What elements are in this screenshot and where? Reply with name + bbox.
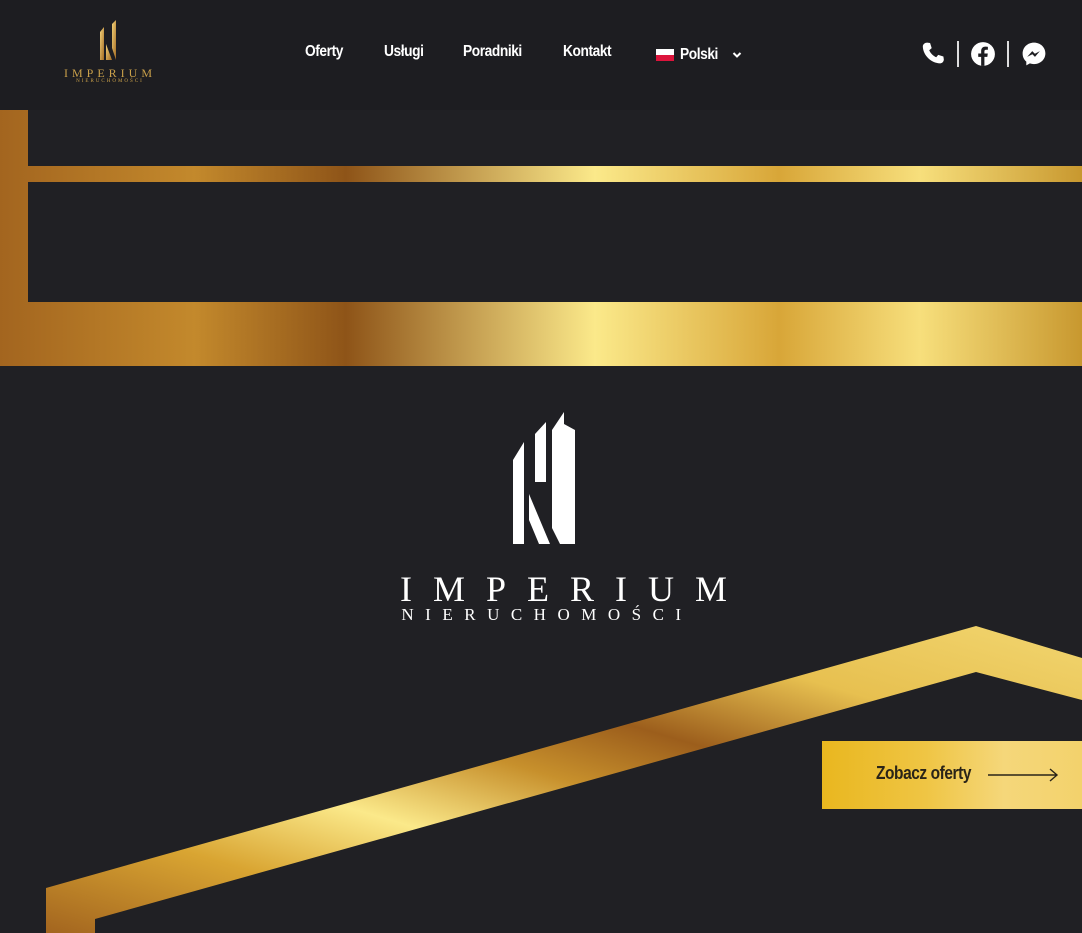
language-selector[interactable]: Polski xyxy=(656,43,742,67)
social-divider xyxy=(957,41,959,67)
phone-icon[interactable] xyxy=(920,41,946,67)
nav-item-kontakt[interactable]: Kontakt xyxy=(563,43,612,61)
chevron-down-icon xyxy=(732,52,742,58)
header-logo-sub: NIERUCHOMOŚCI xyxy=(76,79,144,84)
nav-item-uslugi[interactable]: Usługi xyxy=(384,43,424,61)
hero-logo-word: IMPERIUM xyxy=(400,569,749,609)
facebook-icon[interactable] xyxy=(970,41,996,67)
logo-mark-icon xyxy=(513,412,575,544)
nav-item-poradniki[interactable]: Poradniki xyxy=(463,43,522,61)
messenger-icon[interactable] xyxy=(1021,41,1047,67)
see-offers-button[interactable]: Zobacz oferty xyxy=(822,741,1082,809)
social-divider xyxy=(1007,41,1009,67)
logo-mark-icon xyxy=(100,20,116,60)
nav-item-oferty[interactable]: Oferty xyxy=(305,43,343,61)
hero-logo: IMPERIUM NIERUCHOMOŚCI xyxy=(390,410,749,630)
header-logo[interactable]: IMPERIUM NIERUCHOMOŚCI xyxy=(60,18,160,88)
see-offers-label: Zobacz oferty xyxy=(876,763,972,783)
language-label: Polski xyxy=(680,46,718,63)
hero-logo-sub: NIERUCHOMOŚCI xyxy=(401,605,693,624)
arrow-right-icon xyxy=(988,768,1059,782)
poland-flag-icon xyxy=(656,49,674,61)
site-header: IMPERIUM NIERUCHOMOŚCI Oferty Usługi Por… xyxy=(0,0,1082,110)
